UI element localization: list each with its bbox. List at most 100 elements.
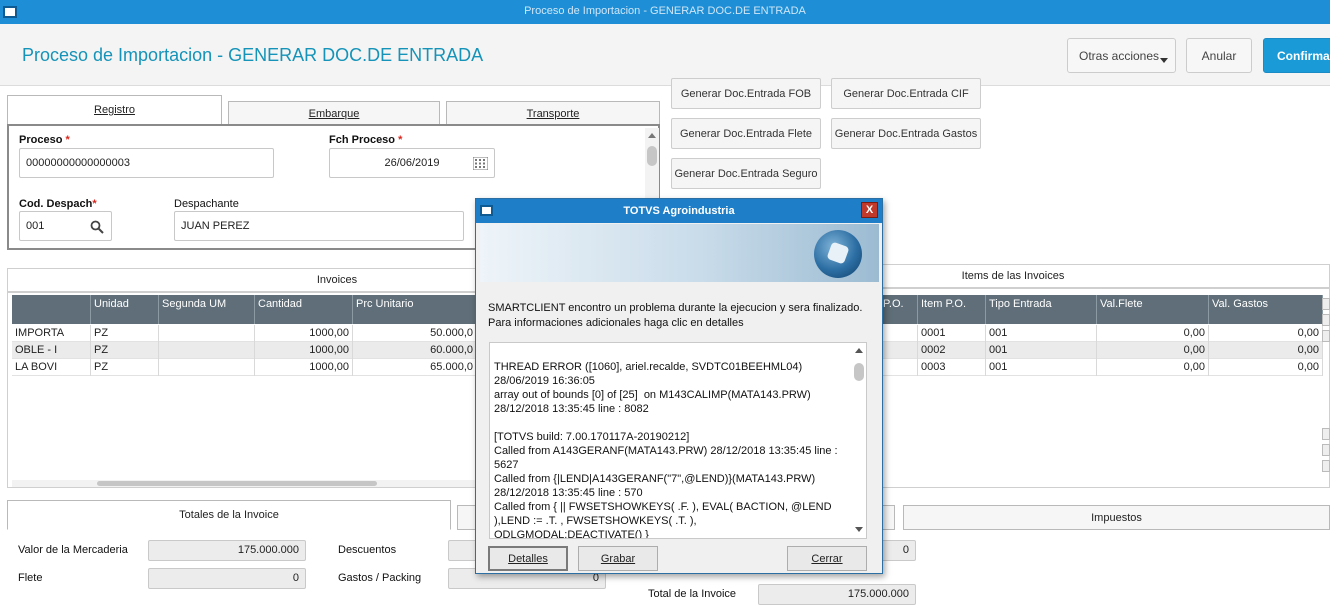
cell: 1000,00 xyxy=(255,342,353,359)
totvs-logo-icon xyxy=(814,230,862,278)
anular-button[interactable]: Anular xyxy=(1186,38,1252,73)
scroll-up-arrow-icon[interactable] xyxy=(855,348,863,353)
generar-seguro-button[interactable]: Generar Doc.Entrada Seguro xyxy=(671,158,821,189)
detalles-label: Detalles xyxy=(508,552,548,565)
otras-acciones-label: Otras acciones xyxy=(1079,48,1160,63)
details-scrollbar-thumb[interactable] xyxy=(854,363,864,381)
gastos-packing-label: Gastos / Packing xyxy=(338,572,422,584)
generar-flete-button[interactable]: Generar Doc.Entrada Flete xyxy=(671,118,821,149)
items-nav-down-button[interactable] xyxy=(1322,460,1330,472)
tab-embarque[interactable]: Embarque xyxy=(228,101,440,126)
grabar-label: Grabar xyxy=(600,552,636,565)
scroll-down-arrow-icon[interactable] xyxy=(855,527,863,532)
fch-proceso-label: Fch Proceso * xyxy=(329,134,403,146)
cell: 0,00 xyxy=(1209,325,1323,342)
table-row[interactable]: 0001 001 0,00 0,00 xyxy=(880,325,1323,342)
invoices-hscrollbar[interactable] xyxy=(12,480,475,487)
scroll-up-arrow-icon[interactable] xyxy=(648,133,656,138)
cerrar-button[interactable]: Cerrar xyxy=(787,546,867,571)
fch-proceso-value: 26/06/2019 xyxy=(384,157,440,169)
tab-transporte[interactable]: Transporte xyxy=(446,101,660,126)
items-nav-bottom-button[interactable] xyxy=(1322,444,1330,456)
items-col-tipo-entrada[interactable]: Tipo Entrada xyxy=(986,295,1097,324)
tab-impuestos[interactable]: Impuestos xyxy=(903,505,1330,530)
cell: 1000,00 xyxy=(255,325,353,342)
flete-input[interactable]: 0 xyxy=(148,568,306,589)
inv-col-prc-unitario[interactable]: Prc Unitario xyxy=(353,295,477,324)
cell: PZ xyxy=(91,325,159,342)
proceso-input[interactable]: 00000000000000003 xyxy=(19,148,274,178)
dialog-titlebar: TOTVS Agroindustria X xyxy=(476,199,882,223)
table-row[interactable]: IMPORTA PZ 1000,00 50.000,0 xyxy=(12,325,477,342)
items-nav-up-button[interactable] xyxy=(1322,298,1330,310)
table-row[interactable]: 0003 001 0,00 0,00 xyxy=(880,359,1323,376)
items-nav-top-button[interactable] xyxy=(1322,314,1330,326)
table-row[interactable]: 0002 001 0,00 0,00 xyxy=(880,342,1323,359)
grabar-button[interactable]: Grabar xyxy=(578,546,658,571)
fch-proceso-input[interactable]: 26/06/2019 xyxy=(329,148,495,178)
tab-registro-label: Registro xyxy=(94,104,135,116)
cell xyxy=(159,325,255,342)
generar-gastos-button[interactable]: Generar Doc.Entrada Gastos xyxy=(831,118,981,149)
dialog-title: TOTVS Agroindustria xyxy=(623,205,735,217)
error-details-textarea[interactable]: THREAD ERROR ([1060], ariel.recalde, SVD… xyxy=(489,342,867,539)
generar-cif-button[interactable]: Generar Doc.Entrada CIF xyxy=(831,78,981,109)
items-col-item-po[interactable]: Item P.O. xyxy=(918,295,986,324)
table-row[interactable]: LA BOVI PZ 1000,00 65.000,0 xyxy=(12,359,477,376)
tab-embarque-label: Embarque xyxy=(308,107,360,120)
cod-despach-label: Cod. Despach* xyxy=(19,198,97,210)
tab-registro[interactable]: Registro xyxy=(7,95,222,125)
cod-despach-value: 001 xyxy=(26,220,45,232)
cell: 65.000,0 xyxy=(353,359,477,376)
invoices-title: Invoices xyxy=(316,274,358,286)
cell: 0,00 xyxy=(1209,342,1323,359)
cod-despach-input[interactable]: 001 xyxy=(19,211,112,241)
window-titlebar: Proceso de Importacion - GENERAR DOC.DE … xyxy=(0,0,1330,24)
tab-totales-label: Totales de la Invoice xyxy=(179,509,279,521)
items-col-val-flete[interactable]: Val.Flete xyxy=(1097,295,1209,324)
inv-col-cantidad[interactable]: Cantidad xyxy=(255,295,353,324)
cell: LA BOVI xyxy=(12,359,91,376)
items-col-po[interactable]: P.O. xyxy=(880,295,918,324)
total-invoice-label: Total de la Invoice xyxy=(648,588,737,600)
table-row[interactable]: OBLE - I PZ 1000,00 60.000,0 xyxy=(12,342,477,359)
items-col-val-gastos[interactable]: Val. Gastos xyxy=(1209,295,1323,324)
cell: IMPORTA xyxy=(12,325,91,342)
cell: 1000,00 xyxy=(255,359,353,376)
generar-fob-button[interactable]: Generar Doc.Entrada FOB xyxy=(671,78,821,109)
search-icon[interactable] xyxy=(90,220,104,234)
descuentos-label: Descuentos xyxy=(338,544,397,556)
items-nav-next-button[interactable] xyxy=(1322,428,1330,440)
items-nav-prev-button[interactable] xyxy=(1322,330,1330,342)
invoices-hscroll-thumb[interactable] xyxy=(97,481,377,486)
total-invoice-input[interactable]: 175.000.000 xyxy=(758,584,916,605)
cell xyxy=(159,342,255,359)
despachante-label: Despachante xyxy=(174,198,239,210)
error-details-text: THREAD ERROR ([1060], ariel.recalde, SVD… xyxy=(494,361,838,539)
calendar-icon[interactable] xyxy=(473,157,488,170)
cell: 0,00 xyxy=(1097,359,1209,376)
cell: 0003 xyxy=(918,359,986,376)
proceso-label: Proceso * xyxy=(19,134,70,146)
confirmar-button[interactable]: Confirmar xyxy=(1263,38,1330,73)
despachante-input[interactable]: JUAN PEREZ xyxy=(174,211,464,241)
valor-mercaderia-label: Valor de la Mercaderia xyxy=(18,544,128,556)
dialog-banner xyxy=(480,224,879,282)
cell xyxy=(880,342,918,359)
detalles-button[interactable]: Detalles xyxy=(488,546,568,571)
tab-totales[interactable]: Totales de la Invoice xyxy=(7,500,451,530)
cell: 001 xyxy=(986,359,1097,376)
dialog-close-button[interactable]: X xyxy=(861,202,878,218)
inv-col-0[interactable] xyxy=(12,295,91,324)
page-title: Proceso de Importacion - GENERAR DOC.DE … xyxy=(22,45,484,65)
cell: PZ xyxy=(91,342,159,359)
inv-col-segunda-um[interactable]: Segunda UM xyxy=(159,295,255,324)
cell: 0,00 xyxy=(1209,359,1323,376)
cell: 60.000,0 xyxy=(353,342,477,359)
inv-col-unidad[interactable]: Unidad xyxy=(91,295,159,324)
cell: PZ xyxy=(91,359,159,376)
details-scrollbar[interactable] xyxy=(852,343,866,538)
form-scrollbar-thumb[interactable] xyxy=(647,146,657,166)
valor-mercaderia-input[interactable]: 175.000.000 xyxy=(148,540,306,561)
otras-acciones-button[interactable]: Otras acciones xyxy=(1067,38,1176,73)
